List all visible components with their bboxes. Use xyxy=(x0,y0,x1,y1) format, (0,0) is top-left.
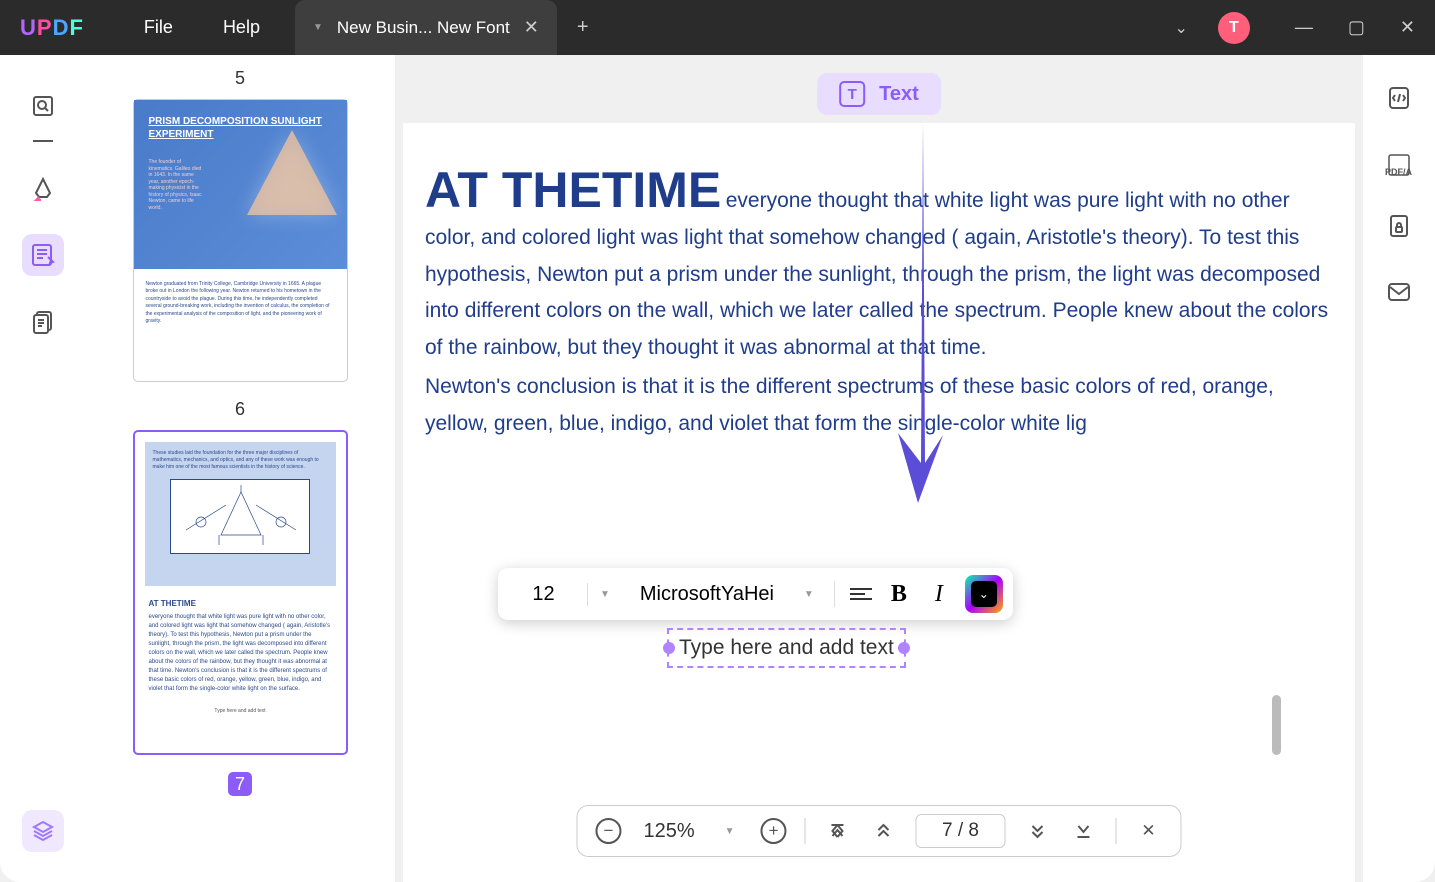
app-logo: UPDF xyxy=(20,15,84,41)
bold-button[interactable]: B xyxy=(879,581,919,608)
menu-help[interactable]: Help xyxy=(223,17,260,38)
next-page-button[interactable] xyxy=(1024,817,1052,845)
font-size-input[interactable] xyxy=(508,583,588,606)
zoom-in-button[interactable]: + xyxy=(761,818,787,844)
protect-tool-icon[interactable] xyxy=(1386,213,1412,245)
prev-page-button[interactable] xyxy=(870,817,898,845)
main-editor-area: T Text AT THETIME everyone thought that … xyxy=(395,55,1363,882)
thumb7-placeholder: Type here and add text xyxy=(149,708,332,716)
window-close-icon[interactable]: ✕ xyxy=(1400,17,1415,38)
toolbar-separator xyxy=(33,140,53,142)
font-family-input[interactable] xyxy=(622,583,792,606)
convert-tool-icon[interactable] xyxy=(1386,85,1412,117)
tab-title: New Busin... New Font xyxy=(337,18,510,38)
zoom-navigation-bar: − 125% ▼ + ✕ xyxy=(576,805,1181,857)
pages-tool-icon[interactable] xyxy=(22,301,64,343)
text-format-toolbar: ▼ ▼ B I ⌄ xyxy=(498,568,1013,620)
search-tool-icon[interactable] xyxy=(22,85,64,127)
text-input-placeholder: Type here and add text xyxy=(679,636,894,659)
font-family-dropdown-icon[interactable]: ▼ xyxy=(796,589,822,600)
thumb7-heading: AT THETIME xyxy=(149,598,332,610)
titlebar: UPDF File Help ▼ New Busin... New Font ✕… xyxy=(0,0,1435,55)
tab-add-button[interactable]: + xyxy=(577,16,589,39)
highlight-tool-icon[interactable] xyxy=(22,167,64,209)
window-maximize-icon[interactable]: ▢ xyxy=(1348,17,1365,38)
document-tab[interactable]: ▼ New Busin... New Font ✕ xyxy=(295,0,557,55)
right-toolbar: PDF/A xyxy=(1363,55,1435,882)
text-input-field[interactable]: Type here and add text xyxy=(667,628,906,668)
last-page-button[interactable] xyxy=(1070,817,1098,845)
menu-file[interactable]: File xyxy=(144,17,173,38)
main-menu: File Help xyxy=(144,17,260,38)
text-resize-handle-right[interactable] xyxy=(898,642,910,654)
tab-dropdown-icon[interactable]: ▼ xyxy=(313,22,323,33)
tab-close-button[interactable]: ✕ xyxy=(524,17,539,38)
app-menu-dropdown[interactable]: ⌄ xyxy=(1174,18,1187,38)
text-tool-indicator[interactable]: T Text xyxy=(817,73,941,115)
pdfa-label: PDF/A xyxy=(1385,167,1413,177)
thumb7-body: everyone thought that white light was pu… xyxy=(149,614,331,692)
edit-text-tool-icon[interactable] xyxy=(22,234,64,276)
layers-button[interactable] xyxy=(22,810,64,852)
zoom-dropdown-icon[interactable]: ▼ xyxy=(717,826,743,837)
text-tool-label: Text xyxy=(879,83,919,106)
left-toolbar xyxy=(0,55,85,882)
first-page-button[interactable] xyxy=(824,817,852,845)
align-left-button[interactable] xyxy=(847,580,875,608)
text-resize-handle-left[interactable] xyxy=(663,642,675,654)
thumb5-body: Newton graduated from Trinity College, C… xyxy=(146,281,335,326)
thumb7-diagram xyxy=(170,479,310,554)
page-number-7: 7 xyxy=(228,772,252,796)
annotation-arrow-icon xyxy=(883,123,953,523)
font-size-dropdown-icon[interactable]: ▼ xyxy=(592,589,618,600)
scrollbar-thumb[interactable] xyxy=(1272,695,1281,755)
zoom-level: 125% xyxy=(639,820,698,843)
doc-heading[interactable]: AT THETIME xyxy=(425,162,721,218)
thumbnail-page-5[interactable]: PRISM DECOMPOSITION SUNLIGHT EXPERIMENT … xyxy=(133,99,348,382)
page-number-input[interactable] xyxy=(916,814,1006,848)
thumbnail-page-7[interactable]: These studies laid the foundation for th… xyxy=(133,430,348,755)
mail-tool-icon[interactable] xyxy=(1386,281,1412,309)
document-page[interactable]: AT THETIME everyone thought that white l… xyxy=(403,123,1355,882)
pdfa-tool-icon[interactable]: PDF/A xyxy=(1385,153,1413,177)
italic-button[interactable]: I xyxy=(923,581,955,608)
user-avatar[interactable]: T xyxy=(1218,12,1250,44)
text-tool-icon: T xyxy=(839,81,865,107)
thumbnail-panel: 5 PRISM DECOMPOSITION SUNLIGHT EXPERIMEN… xyxy=(85,55,395,882)
thumb5-subtitle: The founder of kinematics. Galileo died … xyxy=(149,159,204,211)
text-color-button[interactable]: ⌄ xyxy=(965,575,1003,613)
thumb7-intro: These studies laid the foundation for th… xyxy=(153,450,328,471)
doc-paragraph-2[interactable]: Newton's conclusion is that it is the di… xyxy=(425,369,1333,443)
page-number-6: 6 xyxy=(235,399,245,420)
close-bar-button[interactable]: ✕ xyxy=(1135,817,1163,845)
zoom-out-button[interactable]: − xyxy=(595,818,621,844)
page-number-5: 5 xyxy=(235,68,245,89)
window-minimize-icon[interactable]: — xyxy=(1295,17,1313,38)
